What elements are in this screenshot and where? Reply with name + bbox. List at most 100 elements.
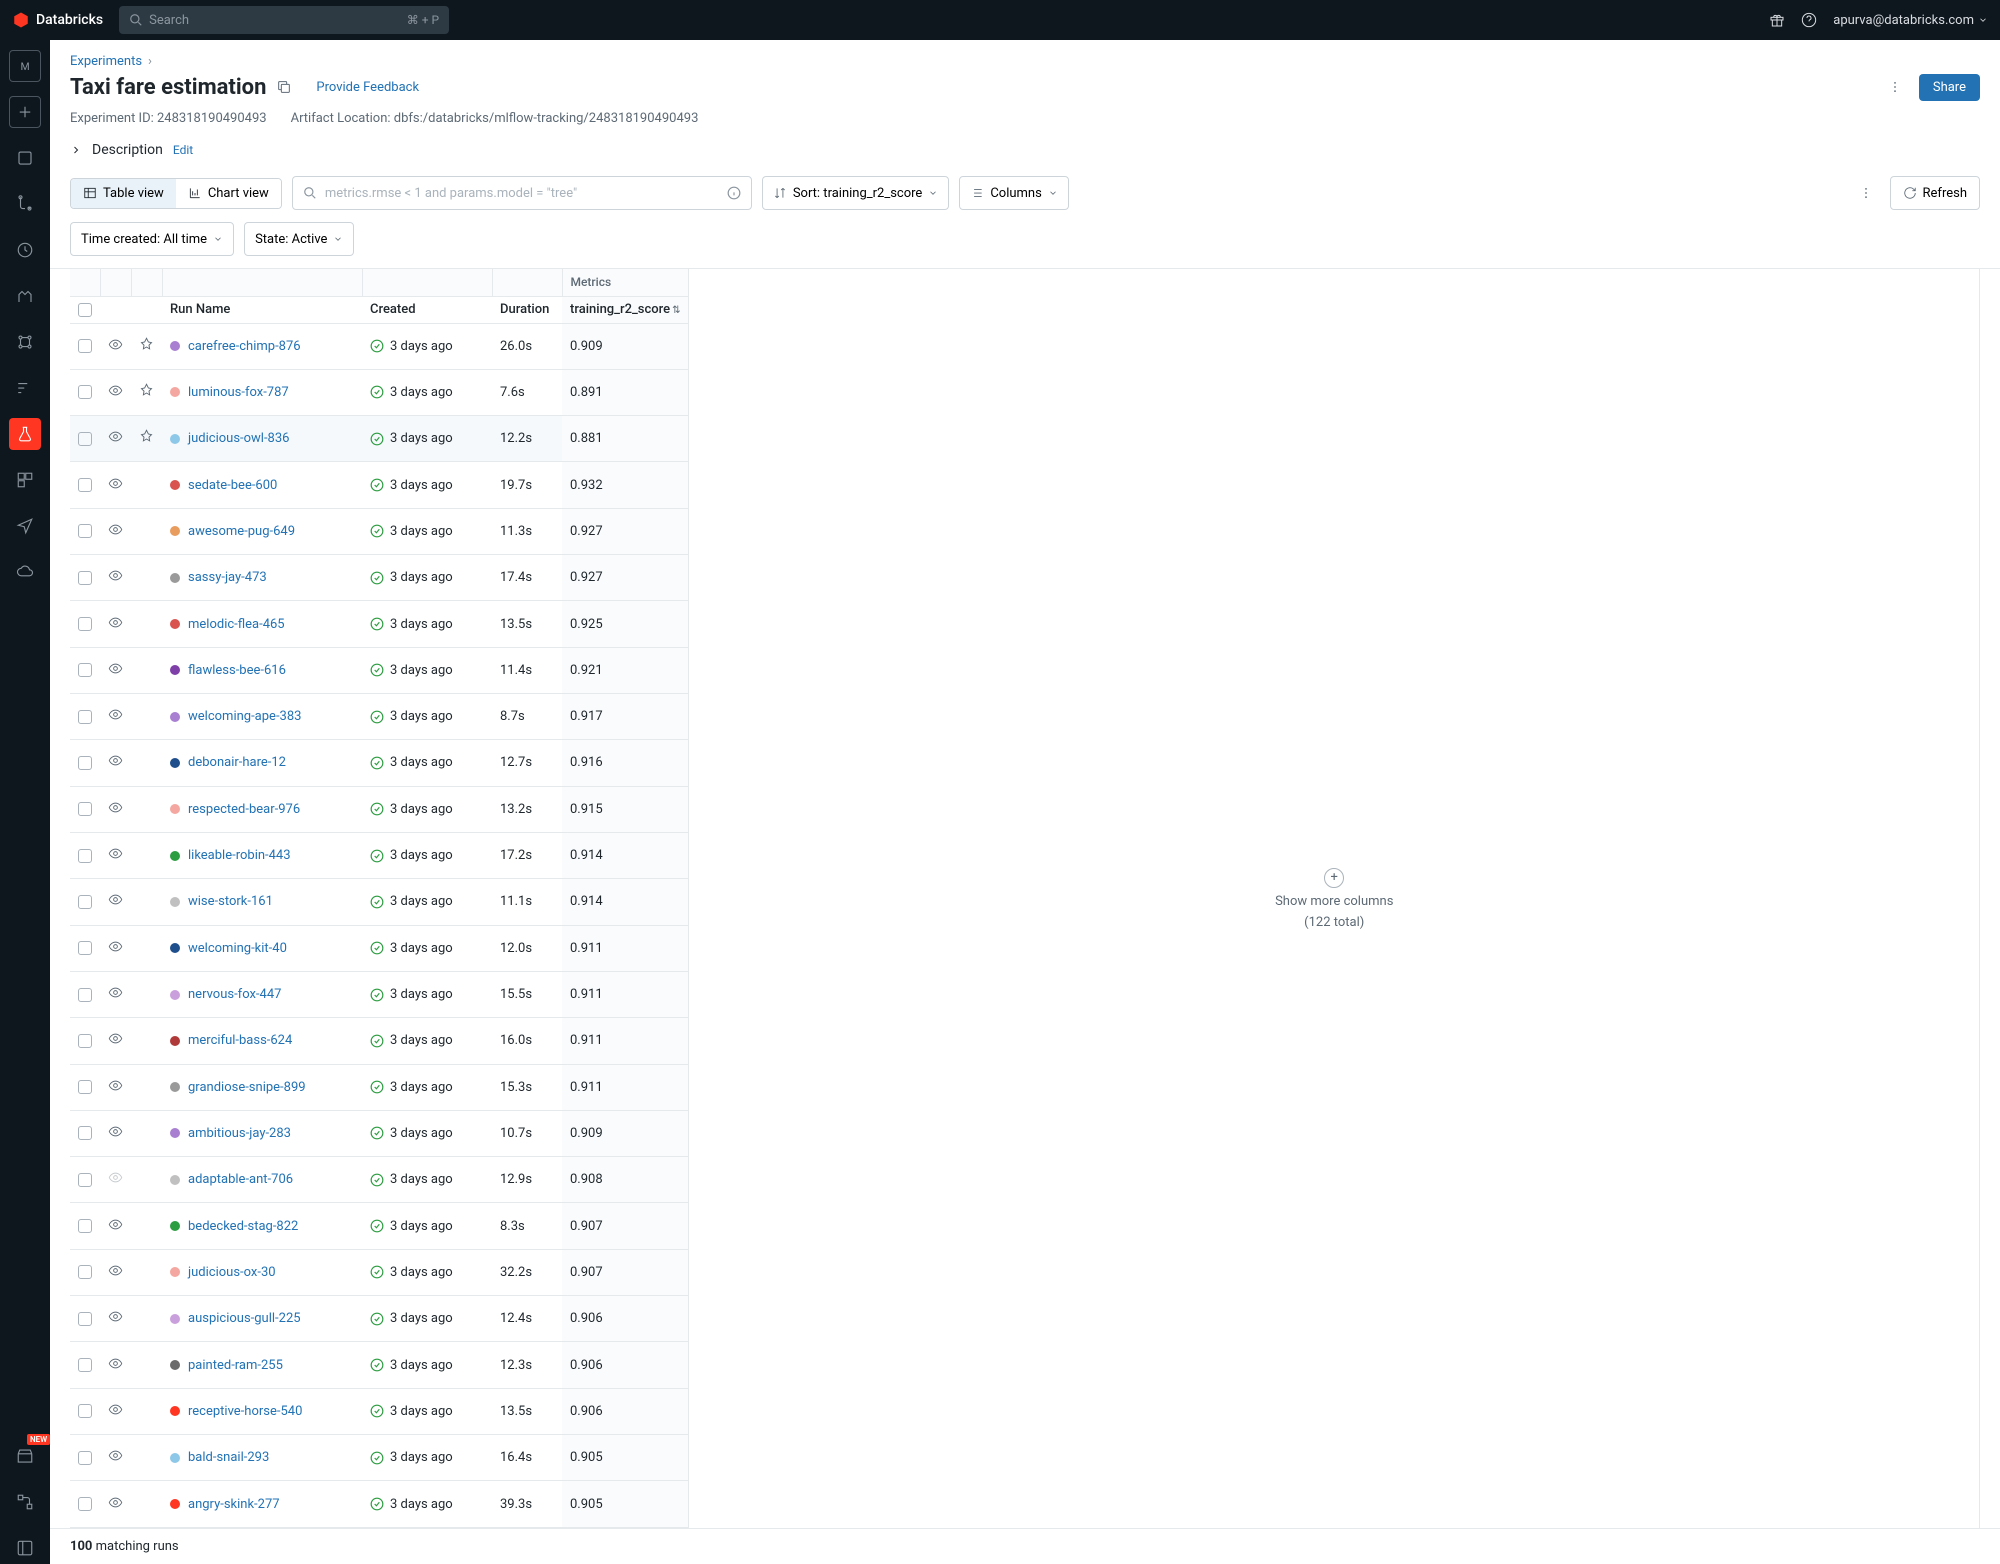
table-row[interactable]: debonair-hare-12 3 days ago 12.7s 0.916 [70,740,689,786]
table-row[interactable]: luminous-fox-787 3 days ago 7.6s 0.891 [70,369,689,415]
run-name-link[interactable]: wise-stork-161 [188,894,273,909]
table-row[interactable]: adaptable-ant-706 3 days ago 12.9s 0.908 [70,1157,689,1203]
global-search[interactable]: ⌘ + P [119,6,449,34]
run-name-link[interactable]: likeable-robin-443 [188,848,291,863]
help-icon[interactable] [1801,12,1817,28]
visibility-toggle-icon[interactable] [108,846,123,861]
table-view-button[interactable]: Table view [71,179,176,208]
info-icon[interactable] [727,186,741,200]
row-checkbox[interactable] [78,617,92,631]
columns-dropdown[interactable]: Columns [959,176,1069,210]
edit-description-link[interactable]: Edit [173,143,193,157]
run-name-link[interactable]: sedate-bee-600 [188,478,277,493]
table-row[interactable]: carefree-chimp-876 3 days ago 26.0s 0.90… [70,323,689,369]
search-input[interactable] [149,13,401,28]
visibility-toggle-icon[interactable] [108,1170,123,1185]
visibility-toggle-icon[interactable] [108,985,123,1000]
row-checkbox[interactable] [78,988,92,1002]
brand-logo[interactable]: Databricks [12,11,103,29]
run-name-link[interactable]: nervous-fox-447 [188,987,281,1002]
sort-dropdown[interactable]: Sort: training_r2_score [762,176,950,210]
run-name-link[interactable]: grandiose-snipe-899 [188,1080,306,1095]
filter-box[interactable] [292,176,752,210]
visibility-toggle-icon[interactable] [108,1309,123,1324]
visibility-toggle-icon[interactable] [108,615,123,630]
run-name-link[interactable]: bald-snail-293 [188,1450,269,1465]
sidebar-serving[interactable] [9,556,41,588]
run-name-link[interactable]: carefree-chimp-876 [188,339,301,354]
sidebar-workflows[interactable] [9,372,41,404]
row-checkbox[interactable] [78,1034,92,1048]
sidebar-data[interactable] [9,280,41,312]
table-row[interactable]: ambitious-jay-283 3 days ago 10.7s 0.909 [70,1110,689,1156]
visibility-toggle-icon[interactable] [108,337,123,352]
table-row[interactable]: bald-snail-293 3 days ago 16.4s 0.905 [70,1435,689,1481]
table-row[interactable]: painted-ram-255 3 days ago 12.3s 0.906 [70,1342,689,1388]
pin-icon[interactable] [139,383,154,398]
provide-feedback-link[interactable]: Provide Feedback [316,80,419,95]
sidebar-feature-store[interactable] [9,464,41,496]
table-row[interactable]: welcoming-kit-40 3 days ago 12.0s 0.911 [70,925,689,971]
table-row[interactable]: respected-bear-976 3 days ago 13.2s 0.91… [70,786,689,832]
visibility-toggle-icon[interactable] [108,939,123,954]
visibility-toggle-icon[interactable] [108,1078,123,1093]
table-row[interactable]: sedate-bee-600 3 days ago 19.7s 0.932 [70,462,689,508]
visibility-toggle-icon[interactable] [108,429,123,444]
run-name-link[interactable]: judicious-owl-836 [188,431,289,446]
visibility-toggle-icon[interactable] [108,568,123,583]
run-name-link[interactable]: auspicious-gull-225 [188,1311,301,1326]
chart-view-button[interactable]: Chart view [176,179,281,208]
refresh-button[interactable]: Refresh [1890,176,1980,210]
col-metric[interactable]: training_r2_score⇅ [562,296,689,323]
table-row[interactable]: melodic-flea-465 3 days ago 13.5s 0.925 [70,601,689,647]
row-checkbox[interactable] [78,895,92,909]
table-row[interactable]: bedecked-stag-822 3 days ago 8.3s 0.907 [70,1203,689,1249]
run-name-link[interactable]: luminous-fox-787 [188,385,289,400]
breadcrumb-experiments[interactable]: Experiments [70,54,142,69]
sidebar-experiments[interactable] [9,418,41,450]
table-row[interactable]: likeable-robin-443 3 days ago 17.2s 0.91… [70,832,689,878]
run-name-link[interactable]: judicious-ox-30 [188,1265,276,1280]
select-all-checkbox[interactable] [78,303,92,317]
pin-icon[interactable] [139,337,154,352]
visibility-toggle-icon[interactable] [108,1031,123,1046]
table-row[interactable]: merciful-bass-624 3 days ago 16.0s 0.911 [70,1018,689,1064]
row-checkbox[interactable] [78,1312,92,1326]
row-checkbox[interactable] [78,524,92,538]
sidebar-compute[interactable] [9,326,41,358]
visibility-toggle-icon[interactable] [108,1124,123,1139]
sidebar-collapse[interactable] [9,1532,41,1564]
col-created[interactable]: Created [362,296,492,323]
visibility-toggle-icon[interactable] [108,1495,123,1510]
run-name-link[interactable]: welcoming-kit-40 [188,941,287,956]
row-checkbox[interactable] [78,339,92,353]
row-checkbox[interactable] [78,941,92,955]
experiment-more-menu[interactable] [1881,73,1909,101]
table-row[interactable]: judicious-owl-836 3 days ago 12.2s 0.881 [70,416,689,462]
visibility-toggle-icon[interactable] [108,383,123,398]
run-name-link[interactable]: bedecked-stag-822 [188,1219,298,1234]
row-checkbox[interactable] [78,710,92,724]
run-name-link[interactable]: welcoming-ape-383 [188,709,301,724]
visibility-toggle-icon[interactable] [108,1217,123,1232]
row-checkbox[interactable] [78,1451,92,1465]
time-filter[interactable]: Time created: All time [70,222,234,256]
expand-description-toggle[interactable] [70,144,82,156]
row-checkbox[interactable] [78,1173,92,1187]
row-checkbox[interactable] [78,849,92,863]
table-row[interactable]: nervous-fox-447 3 days ago 15.5s 0.911 [70,971,689,1017]
sidebar-partner-connect[interactable] [9,1486,41,1518]
run-name-link[interactable]: debonair-hare-12 [188,755,286,770]
visibility-toggle-icon[interactable] [108,707,123,722]
visibility-toggle-icon[interactable] [108,753,123,768]
visibility-toggle-icon[interactable] [108,1402,123,1417]
row-checkbox[interactable] [78,1404,92,1418]
visibility-toggle-icon[interactable] [108,892,123,907]
visibility-toggle-icon[interactable] [108,1263,123,1278]
visibility-toggle-icon[interactable] [108,476,123,491]
row-checkbox[interactable] [78,1126,92,1140]
runs-more-menu[interactable] [1852,179,1880,207]
sidebar-workspace[interactable] [9,142,41,174]
row-checkbox[interactable] [78,1265,92,1279]
row-checkbox[interactable] [78,802,92,816]
